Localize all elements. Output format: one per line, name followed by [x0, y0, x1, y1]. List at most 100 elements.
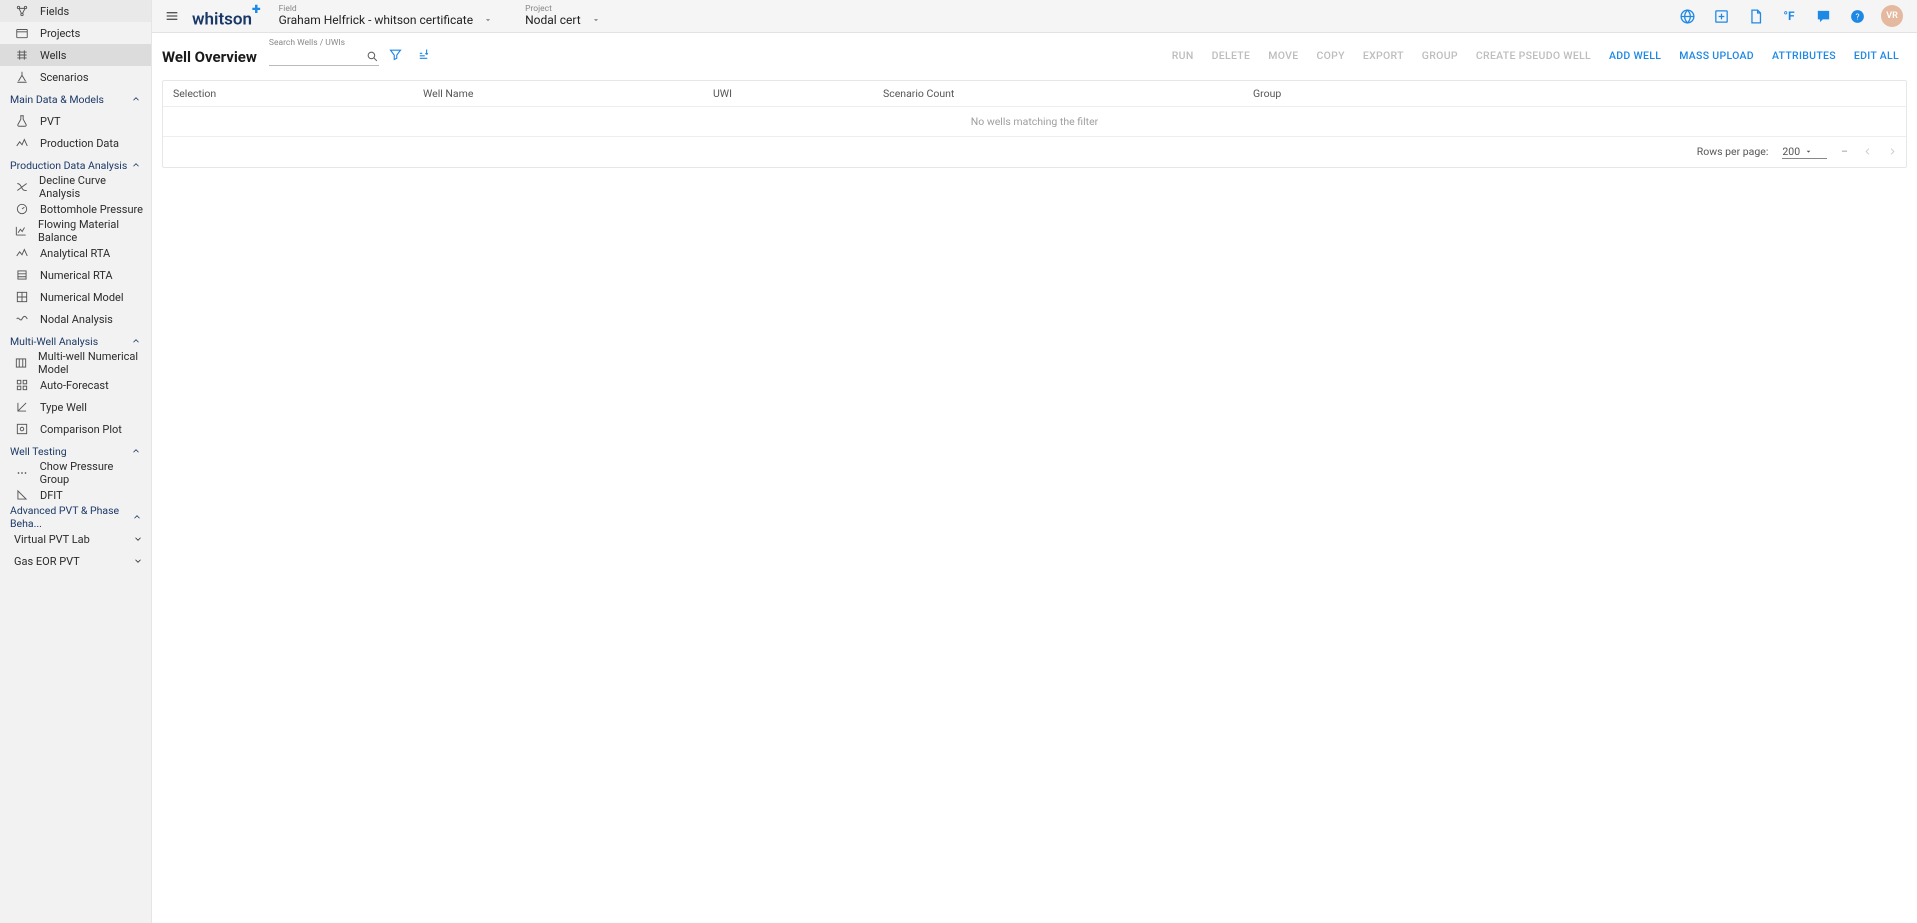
- sidebar-item-projects[interactable]: Projects: [0, 22, 151, 44]
- layers-icon: [14, 268, 30, 282]
- sidebar-item-fmb[interactable]: Flowing Material Balance: [0, 220, 151, 242]
- toolbar-btn-attributes[interactable]: ATTRIBUTES: [1772, 49, 1836, 62]
- sidebar-item-compare[interactable]: Comparison Plot: [0, 418, 151, 440]
- toolbar-btn-group: GROUP: [1422, 49, 1458, 62]
- dots-icon: [14, 466, 30, 480]
- toolbar-btn-create-pseudo-well: CREATE PSEUDO WELL: [1476, 49, 1591, 62]
- rows-per-page-label: Rows per page:: [1697, 145, 1769, 158]
- svg-text:?: ?: [1855, 12, 1859, 22]
- unit-toggle[interactable]: °F: [1779, 6, 1799, 26]
- page-range: –: [1841, 145, 1848, 158]
- sidebar-subgroup-gas-eor[interactable]: Gas EOR PVT: [0, 550, 151, 572]
- rows-per-page-select[interactable]: 200: [1782, 145, 1827, 159]
- sidebar-group-main-data[interactable]: Main Data & Models: [0, 88, 151, 110]
- sidebar-item-chow[interactable]: Chow Pressure Group: [0, 462, 151, 484]
- sidebar-item-autofc[interactable]: Auto-Forecast: [0, 374, 151, 396]
- chevron-up-icon: [129, 92, 143, 106]
- field-selector[interactable]: Field Graham Helfrick - whitson certific…: [279, 5, 494, 28]
- flask-icon: [14, 114, 30, 128]
- page-toolbar: Well Overview Search Wells / UWIs RUNDEL…: [152, 39, 1917, 66]
- fields-icon: [14, 4, 30, 18]
- header-actions: °F ? VR: [1677, 5, 1907, 27]
- chevron-down-icon: [483, 15, 493, 25]
- toolbar-btn-delete: DELETE: [1212, 49, 1251, 62]
- toolbar-btn-mass-upload[interactable]: MASS UPLOAD: [1679, 49, 1754, 62]
- chevron-down-icon: [591, 15, 601, 25]
- well-search: Search Wells / UWIs: [269, 39, 379, 66]
- toolbar-btn-copy: COPY: [1316, 49, 1344, 62]
- globe-icon[interactable]: [1677, 6, 1697, 26]
- toolbar-btn-edit-all[interactable]: EDIT ALL: [1854, 49, 1899, 62]
- sidebar-item-nrta[interactable]: Numerical RTA: [0, 264, 151, 286]
- sidebar-item-scenarios[interactable]: Scenarios: [0, 66, 151, 88]
- help-icon[interactable]: ?: [1847, 6, 1867, 26]
- column-uwi[interactable]: UWI: [713, 87, 883, 100]
- document-icon[interactable]: [1745, 6, 1765, 26]
- sidebar-item-bhp[interactable]: Bottomhole Pressure: [0, 198, 151, 220]
- toolbar-btn-add-well[interactable]: ADD WELL: [1609, 49, 1661, 62]
- columns-icon: [14, 356, 28, 370]
- gauge-icon: [14, 202, 30, 216]
- app-header: whitson+ Field Graham Helfrick - whitson…: [152, 0, 1917, 33]
- column-well-name[interactable]: Well Name: [423, 87, 713, 100]
- sidebar-item-arta[interactable]: Analytical RTA: [0, 242, 151, 264]
- sidebar-item-label: Scenarios: [40, 71, 89, 84]
- sidebar-group-advpvt[interactable]: Advanced PVT & Phase Beha...: [0, 506, 151, 528]
- linechart-icon: [14, 224, 28, 238]
- column-scenario-count[interactable]: Scenario Count: [883, 87, 1253, 100]
- sidebar-item-label: Projects: [40, 27, 80, 40]
- project-selector[interactable]: Project Nodal cert: [525, 5, 601, 28]
- toolbar-btn-run: RUN: [1172, 49, 1194, 62]
- search-icon[interactable]: [366, 50, 379, 63]
- sidebar-item-pvt[interactable]: PVT: [0, 110, 151, 132]
- filter-icon[interactable]: [385, 44, 407, 66]
- brand-logo[interactable]: whitson+: [192, 3, 261, 30]
- table-footer: Rows per page: 200 –: [163, 137, 1906, 167]
- sidebar-item-typewell[interactable]: Type Well: [0, 396, 151, 418]
- sidebar-item-fields[interactable]: Fields: [0, 0, 151, 22]
- column-group[interactable]: Group: [1253, 87, 1906, 100]
- sidebar-item-wells[interactable]: Wells: [0, 44, 151, 66]
- sidebar-item-dca[interactable]: Decline Curve Analysis: [0, 176, 151, 198]
- sort-icon[interactable]: [413, 44, 435, 66]
- chevron-up-icon: [131, 510, 143, 524]
- feedback-icon[interactable]: [1813, 6, 1833, 26]
- column-selection[interactable]: Selection: [163, 87, 423, 100]
- sidebar-subgroup-virtual-pvt[interactable]: Virtual PVT Lab: [0, 528, 151, 550]
- sidebar-item-mwnm[interactable]: Multi-well Numerical Model: [0, 352, 151, 374]
- spark-icon: [14, 246, 30, 260]
- sidebar-group-pda[interactable]: Production Data Analysis: [0, 154, 151, 176]
- user-avatar[interactable]: VR: [1881, 5, 1903, 27]
- next-page-button[interactable]: [1887, 146, 1898, 157]
- scenarios-icon: [14, 70, 30, 84]
- spark-icon: [14, 136, 30, 150]
- corner-icon: [14, 400, 30, 414]
- sidebar-group-mwa[interactable]: Multi-Well Analysis: [0, 330, 151, 352]
- table-header-row: Selection Well Name UWI Scenario Count G…: [163, 81, 1906, 107]
- sidebar-item-label: Wells: [40, 49, 66, 62]
- sidebar: Fields Projects Wells Scenarios Main Dat…: [0, 0, 152, 923]
- sidebar-item-production-data[interactable]: Production Data: [0, 132, 151, 154]
- sidebar-item-dfit[interactable]: DFIT: [0, 484, 151, 506]
- main-content: Well Overview Search Wells / UWIs RUNDEL…: [152, 33, 1917, 923]
- menu-toggle-button[interactable]: [162, 6, 182, 26]
- wells-table: Selection Well Name UWI Scenario Count G…: [162, 80, 1907, 168]
- sidebar-group-welltesting[interactable]: Well Testing: [0, 440, 151, 462]
- wave-icon: [14, 312, 30, 326]
- toolbar-btn-move: MOVE: [1268, 49, 1298, 62]
- chevron-up-icon: [129, 158, 143, 172]
- table-empty-message: No wells matching the filter: [163, 107, 1906, 137]
- chevron-up-icon: [129, 334, 143, 348]
- add-box-icon[interactable]: [1711, 6, 1731, 26]
- prev-page-button[interactable]: [1862, 146, 1873, 157]
- sidebar-item-nmodel[interactable]: Numerical Model: [0, 286, 151, 308]
- sidebar-item-label: Fields: [40, 5, 69, 18]
- apps-icon: [14, 378, 30, 392]
- wells-icon: [14, 48, 30, 62]
- chevron-down-icon: [133, 556, 143, 566]
- compare-icon: [14, 422, 30, 436]
- search-input[interactable]: [269, 48, 379, 66]
- sidebar-item-nodal[interactable]: Nodal Analysis: [0, 308, 151, 330]
- chevron-up-icon: [129, 444, 143, 458]
- triangle-icon: [14, 488, 30, 502]
